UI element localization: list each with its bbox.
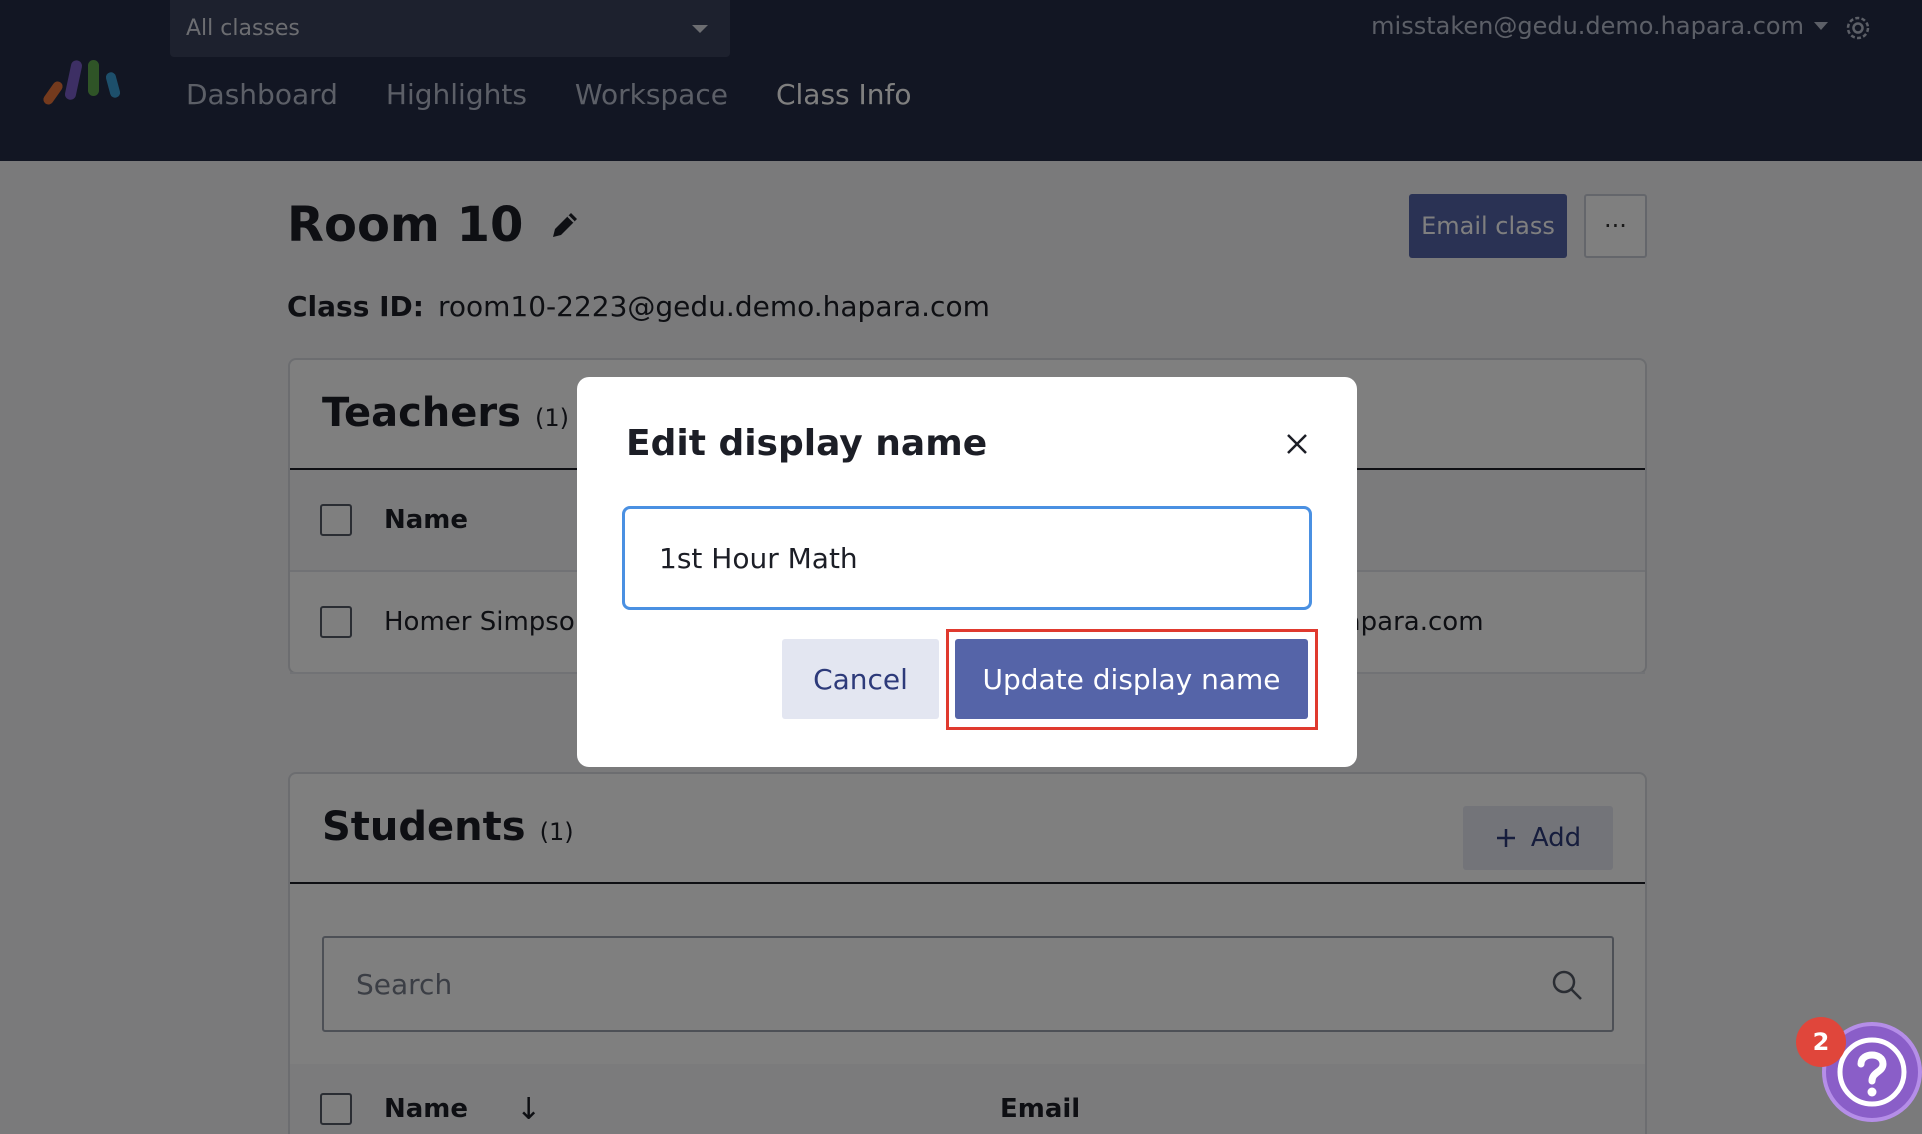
close-icon xyxy=(1287,434,1307,454)
update-display-name-button[interactable]: Update display name xyxy=(955,639,1308,719)
notification-badge: 2 xyxy=(1796,1017,1846,1067)
cancel-button[interactable]: Cancel xyxy=(782,639,939,719)
edit-display-name-dialog: Edit display name Cancel Update display … xyxy=(577,377,1357,767)
close-dialog-button[interactable] xyxy=(1277,424,1317,464)
question-mark-icon xyxy=(1837,1037,1907,1107)
dialog-title: Edit display name xyxy=(626,423,988,464)
display-name-input[interactable] xyxy=(622,506,1312,610)
